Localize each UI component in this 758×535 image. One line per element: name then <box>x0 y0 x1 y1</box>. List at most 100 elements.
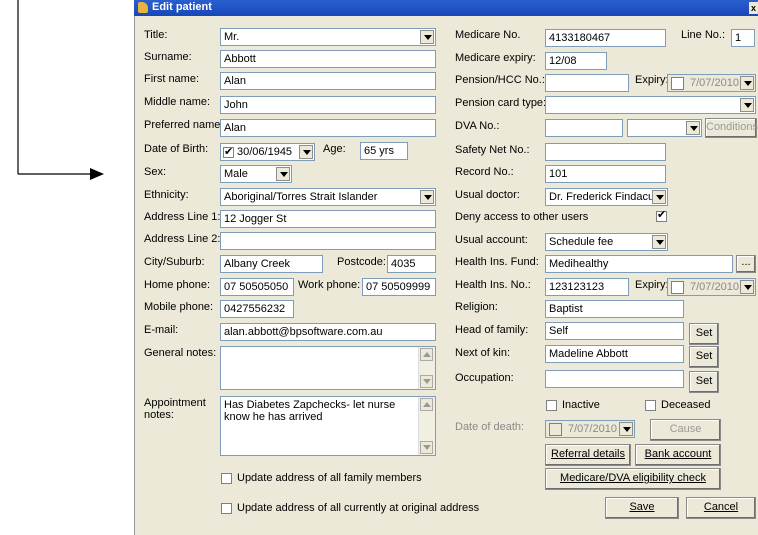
record-no-field[interactable]: 101 <box>545 165 666 183</box>
occupation-field[interactable] <box>545 370 684 388</box>
address2-label: Address Line 2: <box>144 233 221 245</box>
conditions-button[interactable]: Conditions <box>705 118 758 138</box>
deceased-label: Deceased <box>661 399 711 411</box>
chevron-down-icon[interactable] <box>276 167 290 181</box>
preferred-name-field[interactable]: Alan <box>220 119 436 137</box>
title-select[interactable]: Mr. <box>220 28 436 46</box>
dva-field[interactable] <box>545 119 623 137</box>
dva-type-select[interactable] <box>627 119 702 137</box>
next-of-kin-set-button[interactable]: Set <box>689 346 719 368</box>
city-field[interactable]: Albany Creek <box>220 255 323 273</box>
age-field: 65 yrs <box>360 142 408 160</box>
surname-field[interactable]: Abbott <box>220 50 436 68</box>
date-of-death-picker[interactable]: 7/07/2010 <box>545 420 635 438</box>
pension-label: Pension/HCC No.: <box>455 74 545 86</box>
religion-label: Religion: <box>455 301 498 313</box>
health-fund-browse-button[interactable]: ... <box>736 255 756 273</box>
pension-type-label: Pension card type: <box>455 97 547 109</box>
pension-type-select[interactable] <box>545 96 756 114</box>
health-expiry-label: Expiry: <box>635 279 669 291</box>
inactive-checkbox[interactable] <box>546 400 557 411</box>
home-phone-field[interactable]: 07 50505050 <box>220 278 294 296</box>
scroll-up-icon[interactable] <box>420 348 433 361</box>
dob-checkbox[interactable] <box>223 144 234 160</box>
chevron-down-icon[interactable] <box>740 98 754 112</box>
pension-expiry-checkbox[interactable] <box>671 77 684 90</box>
medicare-expiry-field[interactable]: 12/08 <box>545 52 607 70</box>
chevron-down-icon[interactable] <box>652 235 666 249</box>
record-no-label: Record No.: <box>455 166 514 178</box>
dob-picker[interactable]: 30/06/1945 <box>220 143 315 161</box>
close-icon[interactable]: x <box>749 2 758 14</box>
window-title: Edit patient <box>152 1 212 13</box>
usual-doctor-select[interactable]: Dr. Frederick Findacure <box>545 188 668 206</box>
scrollbar[interactable] <box>418 347 435 389</box>
next-of-kin-field[interactable]: Madeline Abbott <box>545 345 684 363</box>
update-family-checkbox[interactable] <box>221 473 232 484</box>
eligibility-check-label: Medicare/DVA eligibility check <box>560 472 706 484</box>
chevron-down-icon[interactable] <box>299 145 313 159</box>
city-label: City/Suburb: <box>144 256 205 268</box>
general-notes-field[interactable] <box>220 346 436 390</box>
religion-field[interactable]: Baptist <box>545 300 684 318</box>
health-expiry-checkbox[interactable] <box>671 281 684 294</box>
appointment-notes-label: Appointment notes: <box>144 397 206 421</box>
appointment-notes-field[interactable]: Has Diabetes Zapchecks- let nurse know h… <box>220 396 436 456</box>
update-family-label: Update address of all family members <box>237 472 422 484</box>
work-phone-field[interactable]: 07 50509999 <box>362 278 436 296</box>
line-no-field[interactable]: 1 <box>731 29 755 47</box>
mobile-field[interactable]: 0427556232 <box>220 300 294 318</box>
sex-label: Sex: <box>144 166 167 178</box>
scroll-up-icon[interactable] <box>420 398 433 411</box>
head-of-family-set-button[interactable]: Set <box>689 323 719 345</box>
chevron-down-icon[interactable] <box>420 190 434 204</box>
referral-details-button[interactable]: Referral details <box>545 444 631 466</box>
address1-field[interactable]: 12 Jogger St <box>220 210 436 228</box>
sex-select[interactable]: Male <box>220 165 292 183</box>
safety-net-field[interactable] <box>545 143 666 161</box>
cause-button[interactable]: Cause <box>650 419 721 441</box>
ethnicity-select[interactable]: Aboriginal/Torres Strait Islander <box>220 188 436 206</box>
chevron-down-icon[interactable] <box>652 190 666 204</box>
chevron-down-icon[interactable] <box>740 280 754 294</box>
first-name-label: First name: <box>144 73 200 85</box>
bank-account-button[interactable]: Bank account <box>635 444 721 466</box>
date-of-death-checkbox[interactable] <box>549 423 562 436</box>
occupation-set-button[interactable]: Set <box>689 371 719 393</box>
title-label: Title: <box>144 29 168 41</box>
deny-access-checkbox[interactable] <box>656 208 667 222</box>
usual-doctor-label: Usual doctor: <box>455 189 520 201</box>
chevron-down-icon[interactable] <box>686 121 700 135</box>
update-all-checkbox[interactable] <box>221 503 232 514</box>
head-of-family-field[interactable]: Self <box>545 322 684 340</box>
deceased-checkbox[interactable] <box>645 400 656 411</box>
health-no-field[interactable]: 123123123 <box>545 278 629 296</box>
deny-access-label: Deny access to other users <box>455 211 589 223</box>
pension-expiry-picker[interactable]: 7/07/2010 <box>667 74 756 92</box>
chevron-down-icon[interactable] <box>420 30 434 44</box>
middle-name-field[interactable]: John <box>220 96 436 114</box>
preferred-name-label: Preferred name: <box>144 119 224 131</box>
bank-account-label: Bank account <box>644 448 712 460</box>
save-label: Save <box>629 501 655 513</box>
health-expiry-picker[interactable]: 7/07/2010 <box>667 278 756 296</box>
eligibility-check-button[interactable]: Medicare/DVA eligibility check <box>545 468 721 490</box>
scroll-down-icon[interactable] <box>420 441 433 454</box>
address1-label: Address Line 1: <box>144 211 221 223</box>
health-fund-label: Health Ins. Fund: <box>455 256 539 268</box>
medicare-field[interactable]: 4133180467 <box>545 29 666 47</box>
save-button[interactable]: Save <box>605 497 679 519</box>
chevron-down-icon[interactable] <box>740 76 754 90</box>
age-label: Age: <box>323 143 346 155</box>
first-name-field[interactable]: Alan <box>220 72 436 90</box>
postcode-field[interactable]: 4035 <box>387 255 436 273</box>
scrollbar[interactable] <box>418 397 435 455</box>
health-fund-field[interactable]: Medihealthy <box>545 255 733 273</box>
usual-account-select[interactable]: Schedule fee <box>545 233 668 251</box>
chevron-down-icon[interactable] <box>619 422 633 436</box>
cancel-button[interactable]: Cancel <box>686 497 756 519</box>
pension-field[interactable] <box>545 74 629 92</box>
email-field[interactable]: alan.abbott@bpsoftware.com.au <box>220 323 436 341</box>
address2-field[interactable] <box>220 232 436 250</box>
scroll-down-icon[interactable] <box>420 375 433 388</box>
